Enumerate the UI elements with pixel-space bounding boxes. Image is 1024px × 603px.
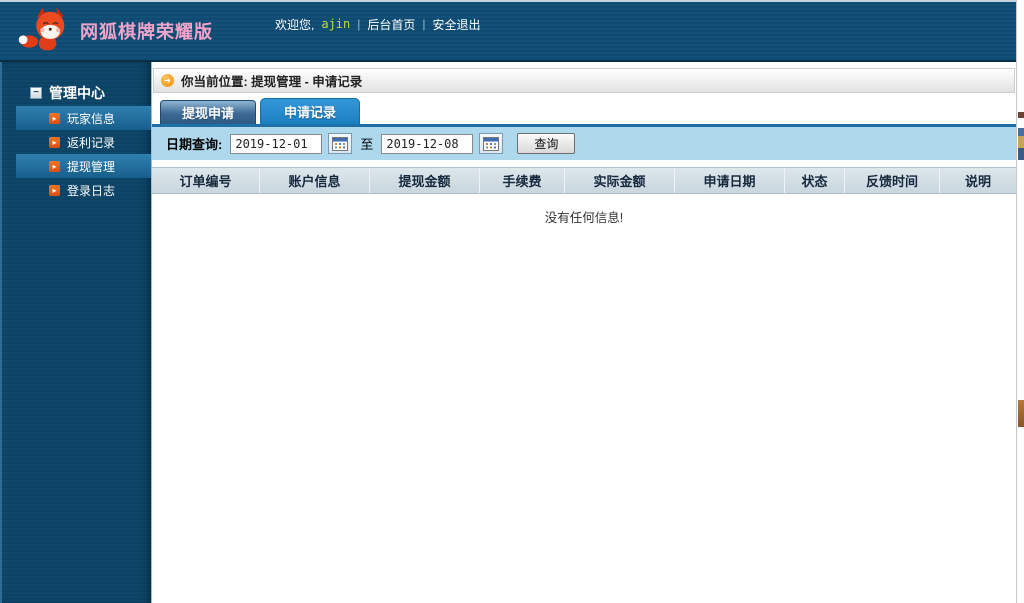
column-header-account-info: 账户信息: [260, 168, 370, 193]
sidebar-item-rebate-records[interactable]: ▸ 返利记录: [2, 130, 151, 154]
sidebar-section-label: 管理中心: [49, 85, 105, 101]
scrollbar[interactable]: [1016, 0, 1024, 603]
breadcrumb-text: 你当前位置: 提现管理 - 申请记录: [181, 75, 363, 89]
clipped-content-fragment: [1018, 112, 1024, 118]
admin-console: 网狐棋牌荣耀版 欢迎您, ajin | 后台首页 | 安全退出 − 管理中心 ▸…: [0, 0, 1024, 603]
table-header-row: 订单编号 账户信息 提现金额 手续费 实际金额 申请日期 状态 反馈时间 说明: [152, 167, 1016, 194]
welcome-text: 欢迎您,: [275, 17, 315, 32]
column-header-actual-amount: 实际金额: [565, 168, 675, 193]
sidebar-nav: ▸ 玩家信息 ▸ 返利记录 ▸ 提现管理 ▸ 登录日志: [2, 106, 151, 202]
username: ajin: [321, 17, 351, 31]
date-to-input[interactable]: [381, 133, 474, 154]
calendar-to-button[interactable]: [479, 133, 504, 154]
column-header-feedback-time: 反馈时间: [845, 168, 940, 193]
tab-apply-records[interactable]: 申请记录: [260, 98, 360, 124]
column-header-status: 状态: [785, 168, 845, 193]
column-header-withdraw-amount: 提现金额: [370, 168, 480, 193]
main-panel: ➜ 你当前位置: 提现管理 - 申请记录 提现申请 申请记录 日期查询: 至: [151, 62, 1016, 603]
arrow-bullet-icon: ▸: [49, 136, 60, 148]
sidebar-item-login-logs[interactable]: ▸ 登录日志: [2, 178, 151, 202]
location-arrow-icon: ➜: [161, 74, 174, 87]
date-filter-bar: 日期查询: 至 查询: [152, 127, 1016, 160]
to-label: 至: [360, 137, 374, 152]
arrow-bullet-icon: ▸: [49, 184, 60, 196]
fox-mascot-logo: [14, 3, 76, 59]
arrow-bullet-icon: ▸: [49, 112, 60, 124]
empty-message: 没有任何信息!: [544, 211, 624, 225]
column-header-fee: 手续费: [480, 168, 565, 193]
column-header-order-no: 订单编号: [152, 168, 260, 193]
column-header-remark: 说明: [964, 174, 991, 189]
calendar-icon: [332, 136, 349, 151]
backend-home-link[interactable]: 后台首页: [367, 16, 415, 33]
sidebar: − 管理中心 ▸ 玩家信息 ▸ 返利记录 ▸ 提现管理 ▸ 登录日志: [0, 62, 151, 603]
sidebar-item-label: 提现管理: [67, 159, 116, 174]
fox-mascot-icon: [18, 7, 65, 51]
collapse-minus-icon[interactable]: −: [30, 87, 42, 99]
arrow-bullet-icon: ▸: [49, 160, 60, 172]
logout-link[interactable]: 安全退出: [433, 16, 481, 33]
clipped-content-fragment: [1018, 128, 1024, 160]
tab-bar: 提现申请 申请记录: [152, 98, 1016, 127]
query-button[interactable]: 查询: [517, 133, 576, 154]
clipped-content-fragment: [1018, 400, 1024, 427]
sidebar-item-label: 返利记录: [67, 135, 116, 150]
date-query-label: 日期查询:: [166, 137, 223, 152]
tab-withdraw-apply[interactable]: 提现申请: [160, 100, 256, 124]
sidebar-item-label: 登录日志: [67, 183, 116, 198]
app-title: 网狐棋牌荣耀版: [80, 22, 213, 42]
header-user-bar: 欢迎您, ajin | 后台首页 | 安全退出: [275, 16, 481, 33]
separator: |: [357, 17, 361, 31]
calendar-icon: [483, 136, 500, 151]
sidebar-item-withdraw-management[interactable]: ▸ 提现管理: [16, 154, 151, 178]
top-header: 网狐棋牌荣耀版 欢迎您, ajin | 后台首页 | 安全退出: [0, 0, 1016, 62]
column-header-apply-date: 申请日期: [675, 168, 785, 193]
sidebar-section-admin-center[interactable]: − 管理中心: [2, 80, 151, 106]
breadcrumb: ➜ 你当前位置: 提现管理 - 申请记录: [153, 68, 1015, 93]
sidebar-item-player-info[interactable]: ▸ 玩家信息: [16, 106, 151, 130]
calendar-from-button[interactable]: [328, 133, 353, 154]
date-from-input[interactable]: [230, 133, 323, 154]
separator: |: [422, 17, 426, 31]
sidebar-item-label: 玩家信息: [67, 111, 116, 126]
